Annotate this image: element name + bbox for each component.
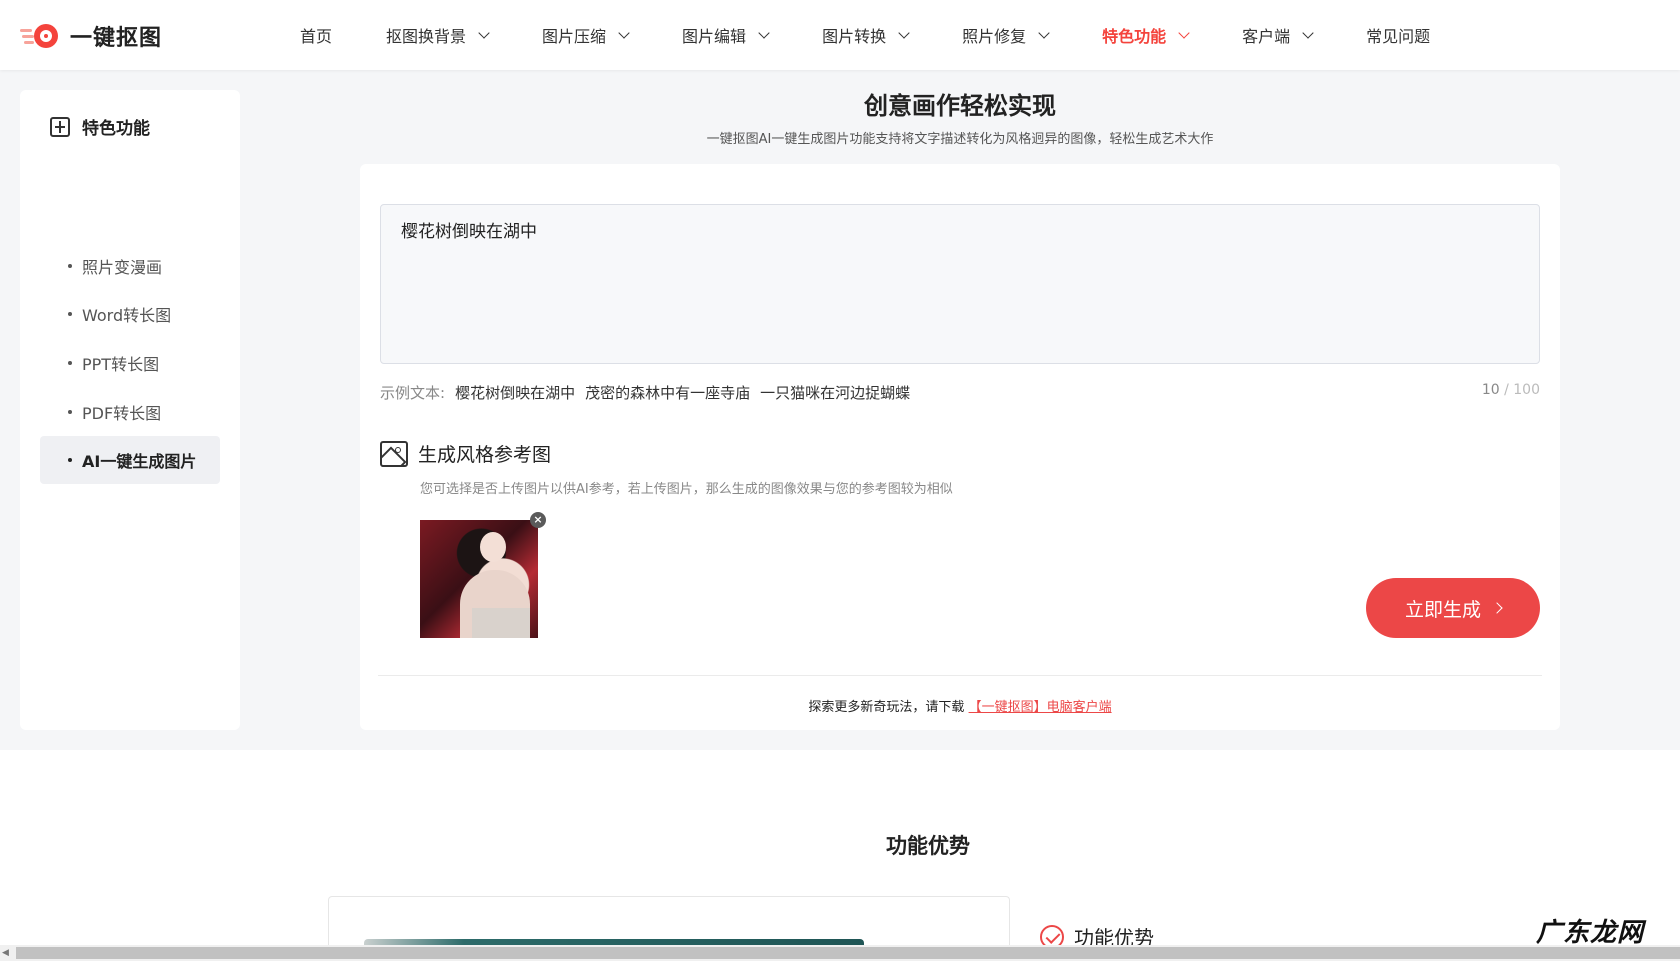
chevron-down-icon [758, 26, 770, 39]
example-prompt-1[interactable]: 樱花树倒映在湖中 [455, 382, 575, 403]
logo-icon [20, 21, 58, 51]
nav-item-0[interactable]: 首页 [300, 23, 332, 47]
nav-item-label: 特色功能 [1102, 27, 1167, 46]
sidebar-item-label: Word转长图 [82, 306, 172, 325]
char-max: / 100 [1499, 382, 1540, 398]
generate-button[interactable]: 立即生成 [1366, 578, 1540, 638]
top-navbar: 一键抠图 首页 抠图换背景 图片压缩 图片编辑 图片转换 照片修复 特色功能 客户端 常见问题 [0, 0, 1680, 70]
nav-item-2[interactable]: 图片压缩 [542, 23, 630, 47]
scrollbar-thumb[interactable] [16, 947, 1680, 959]
reference-title: 生成风格参考图 [418, 444, 552, 466]
bullet-icon [68, 264, 72, 268]
sidebar-item-0[interactable]: 照片变漫画 [40, 242, 220, 290]
feature-icon [50, 116, 70, 137]
scroll-left-icon[interactable]: ◀ [2, 948, 9, 958]
download-client-link[interactable]: 【一键抠图】电脑客户端 [969, 700, 1112, 715]
reference-description: 您可选择是否上传图片以供AI参考，若上传图片，那么生成的图像效果与您的参考图较为… [420, 482, 953, 497]
example-prompts: 示例文本: 樱花树倒映在湖中 茂密的森林中有一座寺庙 一只猫咪在河边捉蝴蝶 [380, 382, 910, 403]
nav-item-7[interactable]: 客户端 [1242, 23, 1314, 47]
sidebar-item-2[interactable]: PPT转长图 [40, 339, 220, 387]
sidebar-item-label: PPT转长图 [82, 355, 160, 374]
nav-item-4[interactable]: 图片转换 [822, 23, 910, 47]
download-note: 探索更多新奇玩法，请下载 【一键抠图】电脑客户端 [360, 696, 1560, 715]
sidebar-item-label: 照片变漫画 [82, 258, 163, 277]
logo-text: 一键抠图 [70, 26, 163, 51]
example-prompt-2[interactable]: 茂密的森林中有一座寺庙 [585, 382, 750, 403]
logo[interactable]: 一键抠图 [20, 20, 162, 52]
nav-item-label: 常见问题 [1366, 27, 1431, 46]
sidebar-item-label: AI一键生成图片 [82, 452, 197, 471]
nav-item-label: 图片转换 [822, 27, 887, 46]
chevron-down-icon [478, 26, 490, 39]
bullet-icon [68, 410, 72, 414]
sidebar-header: 特色功能 [50, 114, 150, 139]
nav-item-label: 抠图换背景 [386, 27, 467, 46]
horizontal-scrollbar[interactable]: ◀ [0, 945, 1680, 961]
sidebar-item-4[interactable]: AI一键生成图片 [40, 436, 220, 484]
image-icon [380, 440, 408, 467]
bullet-icon [68, 361, 72, 365]
examples-label: 示例文本: [380, 384, 446, 402]
chevron-down-icon [618, 26, 630, 39]
prompt-textarea[interactable]: 樱花树倒映在湖中 [380, 204, 1540, 364]
nav-item-label: 图片压缩 [542, 27, 607, 46]
reference-header: 生成风格参考图 [380, 440, 551, 467]
nav-item-5[interactable]: 照片修复 [962, 23, 1050, 47]
nav-item-1[interactable]: 抠图换背景 [386, 23, 490, 47]
chevron-down-icon [1038, 26, 1050, 39]
nav-item-label: 照片修复 [962, 27, 1027, 46]
nav-item-6[interactable]: 特色功能 [1102, 23, 1190, 47]
remove-image-button[interactable]: × [530, 512, 546, 528]
chevron-right-icon [1491, 602, 1503, 614]
generate-label: 立即生成 [1404, 598, 1481, 621]
nav-item-3[interactable]: 图片编辑 [682, 23, 770, 47]
advantages-section: 功能优势 功能优势 广东龙网 [0, 750, 1680, 961]
nav-item-label: 首页 [300, 27, 333, 46]
chevron-down-icon [1178, 26, 1190, 39]
sidebar-item-label: PDF转长图 [82, 404, 162, 423]
download-note-text: 探索更多新奇玩法，请下载 [808, 700, 965, 715]
sidebar-title: 特色功能 [82, 119, 150, 139]
generator-panel: 樱花树倒映在湖中 示例文本: 樱花树倒映在湖中 茂密的森林中有一座寺庙 一只猫咪… [360, 164, 1560, 730]
nav-item-8[interactable]: 常见问题 [1366, 23, 1430, 47]
bullet-icon [68, 458, 72, 462]
sidebar-item-3[interactable]: PDF转长图 [40, 388, 220, 436]
example-prompt-3[interactable]: 一只猫咪在河边捉蝴蝶 [760, 382, 910, 403]
sidebar-item-1[interactable]: Word转长图 [40, 290, 220, 338]
char-counter: 10 / 100 [1482, 382, 1540, 398]
main-nav: 首页 抠图换背景 图片压缩 图片编辑 图片转换 照片修复 特色功能 客户端 常见问题 [300, 0, 1430, 70]
page-subtitle: 一键抠图AI一键生成图片功能支持将文字描述转化为风格迥异的图像，轻松生成艺术大作 [706, 132, 1214, 147]
sidebar: 特色功能 照片变漫画 Word转长图 PPT转长图 PDF转长图 AI一键生成图片 [20, 90, 240, 730]
page-title: 创意画作轻松实现 [864, 92, 1056, 120]
chevron-down-icon [1302, 26, 1314, 39]
advantages-title: 功能优势 [886, 834, 970, 858]
watermark: 广东龙网 [1535, 918, 1644, 948]
nav-item-label: 图片编辑 [682, 27, 747, 46]
divider [378, 675, 1542, 676]
nav-item-label: 客户端 [1242, 27, 1291, 46]
char-count: 10 [1481, 382, 1500, 398]
bullet-icon [68, 312, 72, 316]
chevron-down-icon [898, 26, 910, 39]
reference-image-thumbnail[interactable] [420, 520, 538, 638]
